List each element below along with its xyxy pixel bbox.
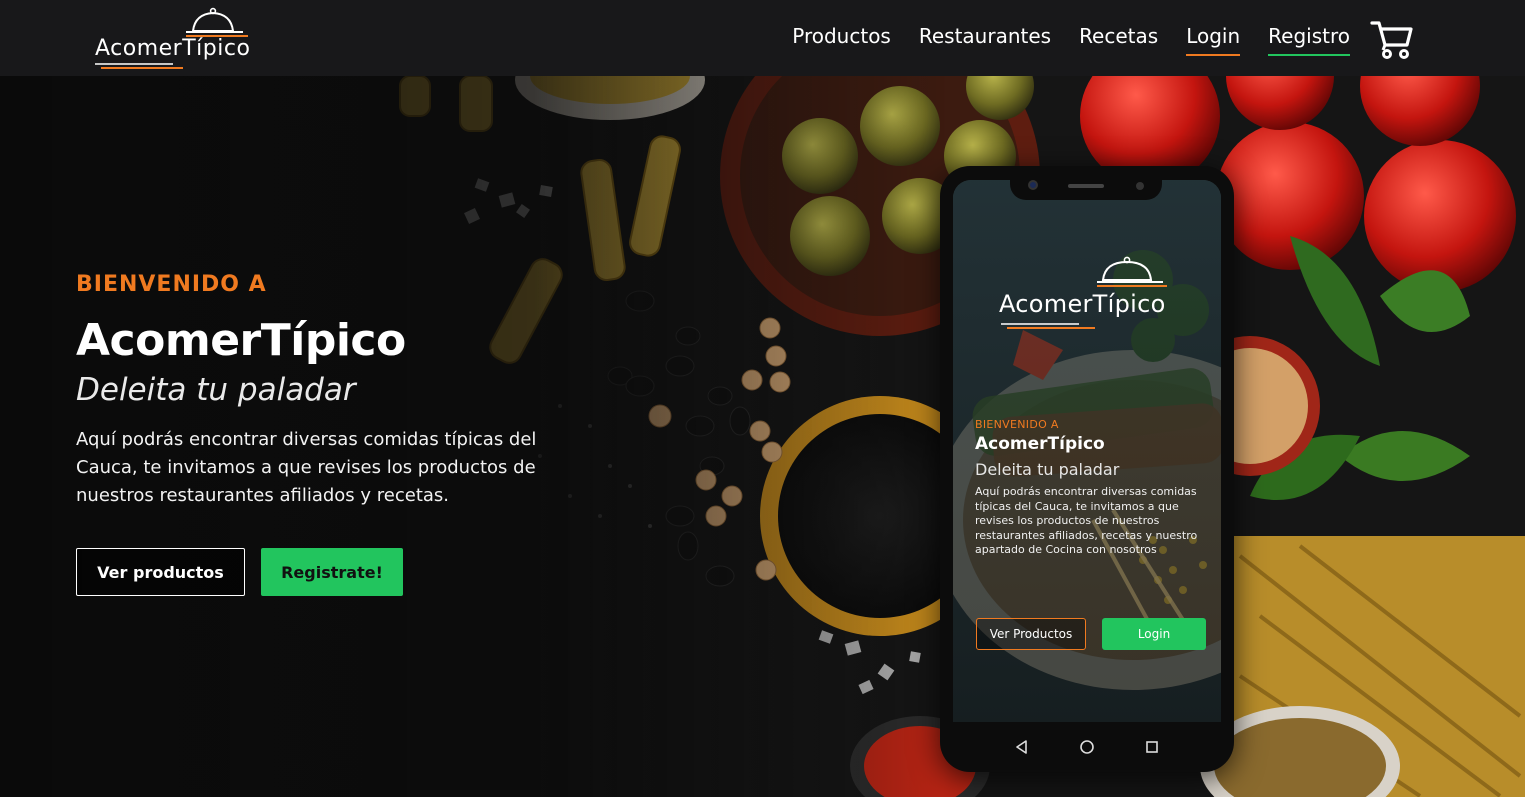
phone-screen: AcomerTípico BIENVENIDO A AcomerTípico D… [953,180,1221,722]
brand-logo-text: AcomerTípico [95,36,251,61]
phone-notch [1010,174,1162,200]
brand-logo[interactable]: AcomerTípico [93,6,253,72]
hero-eyebrow: BIENVENIDO A [76,272,267,297]
phone-mockup: AcomerTípico BIENVENIDO A AcomerTípico D… [940,166,1234,772]
phone-brand-logo: AcomerTípico [999,244,1179,334]
phone-login-button[interactable]: Login [1102,618,1206,650]
nav-link-registro[interactable]: Registro [1268,24,1350,56]
phone-view-products-button[interactable]: Ver Productos [976,618,1086,650]
phone-subtitle: Deleita tu paladar [975,460,1120,479]
hero-text-block: BIENVENIDO A AcomerTípico Deleita tu pal… [76,272,596,510]
phone-eyebrow: BIENVENIDO A [975,418,1059,431]
navbar: AcomerTípico Productos Restaurantes Rece… [0,0,1525,76]
register-button[interactable]: Registrate! [261,548,403,596]
shopping-cart-icon[interactable] [1370,18,1414,60]
hero-section: BIENVENIDO A AcomerTípico Deleita tu pal… [0,76,1525,797]
phone-logo-text: AcomerTípico [999,290,1166,318]
phone-title: AcomerTípico [975,434,1105,454]
speaker-icon [1068,184,1104,188]
nav-link-productos[interactable]: Productos [792,24,891,52]
nav-link-restaurantes[interactable]: Restaurantes [919,24,1051,52]
nav-link-recetas[interactable]: Recetas [1079,24,1158,52]
phone-description: Aquí podrás encontrar diversas comidas t… [975,485,1198,557]
phone-nav-bar [953,722,1221,772]
cloche-icon [1001,256,1167,329]
sensor-icon [1136,182,1144,190]
main-nav: Productos Restaurantes Recetas Login Reg… [792,0,1350,76]
home-icon[interactable] [1077,737,1097,757]
hero-title: AcomerTípico [76,315,406,366]
camera-icon [1028,180,1038,190]
view-products-button[interactable]: Ver productos [76,548,245,596]
recents-icon[interactable] [1142,737,1162,757]
hero-actions: Ver productos Registrate! [76,548,403,596]
hero-description: Aquí podrás encontrar diversas comidas t… [76,429,537,506]
nav-link-login[interactable]: Login [1186,24,1240,56]
back-icon[interactable] [1012,737,1032,757]
hero-subtitle: Deleita tu paladar [76,372,356,408]
